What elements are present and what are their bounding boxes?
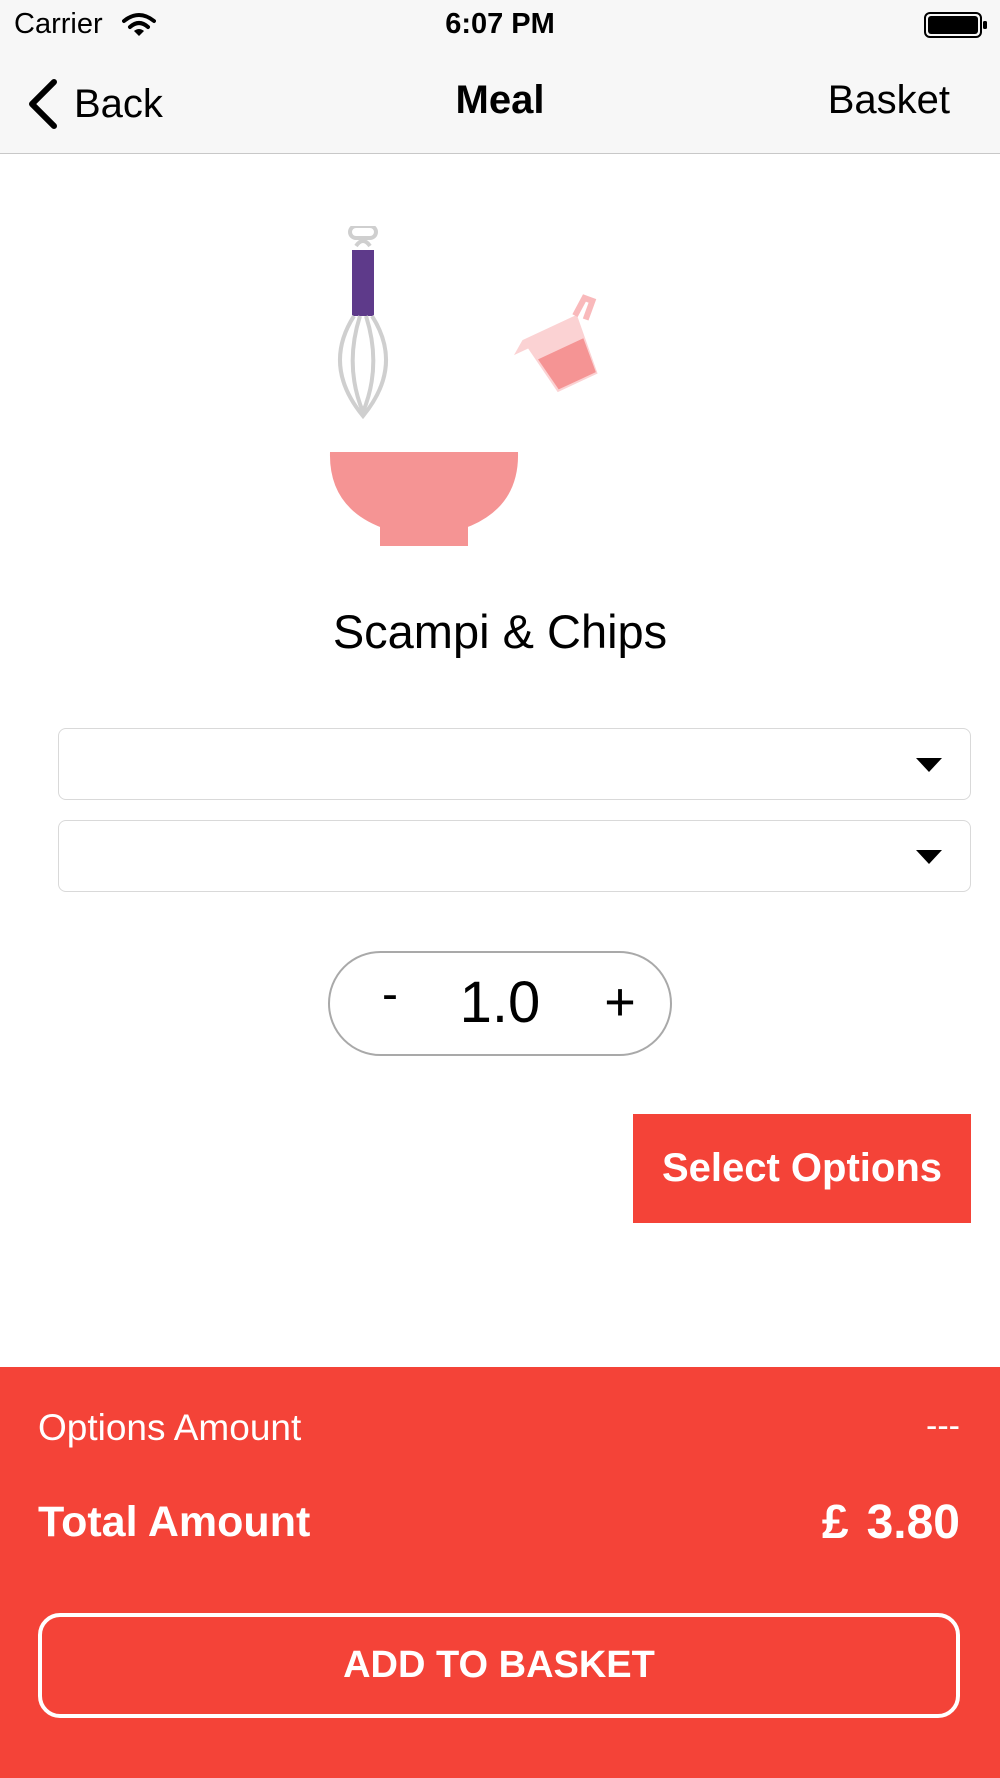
select-options-button[interactable]: Select Options: [633, 1114, 971, 1223]
bowl-icon: [329, 452, 519, 546]
option-dropdown-1[interactable]: [58, 728, 971, 800]
quantity-value: 1.0: [459, 970, 541, 1035]
whisk-bowl-illustration: [329, 226, 598, 546]
status-time: 6:07 PM: [445, 8, 555, 40]
increment-button[interactable]: +: [598, 971, 642, 1041]
battery-icon: [924, 12, 987, 38]
total-amount-label: Total Amount: [38, 1498, 311, 1546]
options-amount-label: Options Amount: [38, 1407, 302, 1448]
add-to-basket-button[interactable]: ADD TO BASKET: [38, 1613, 960, 1718]
decrement-button[interactable]: -: [370, 967, 410, 1037]
navigation-bar: Back Meal Basket: [0, 52, 1000, 154]
options-amount-value: ---: [926, 1407, 960, 1445]
option-dropdown-2[interactable]: [58, 820, 971, 892]
back-button[interactable]: Back: [26, 76, 163, 132]
total-amount-value: £3.80: [822, 1495, 960, 1550]
quantity-stepper: - 1.0 +: [328, 951, 672, 1056]
basket-button[interactable]: Basket: [828, 78, 950, 123]
whisk-icon: [337, 226, 389, 420]
measuring-cup-icon: [513, 294, 598, 393]
currency-symbol: £: [821, 1496, 849, 1549]
chevron-left-icon: [29, 79, 57, 129]
summary-panel: Options Amount --- Total Amount £3.80 AD…: [0, 1367, 1000, 1778]
meal-name: Scampi & Chips: [332, 605, 668, 658]
back-label: Back: [74, 81, 163, 126]
caret-down-icon: [916, 758, 942, 772]
status-bar: Carrier 6:07 PM: [0, 0, 1000, 52]
total-amount-number: 3.80: [866, 1496, 960, 1549]
caret-down-icon: [916, 850, 942, 864]
